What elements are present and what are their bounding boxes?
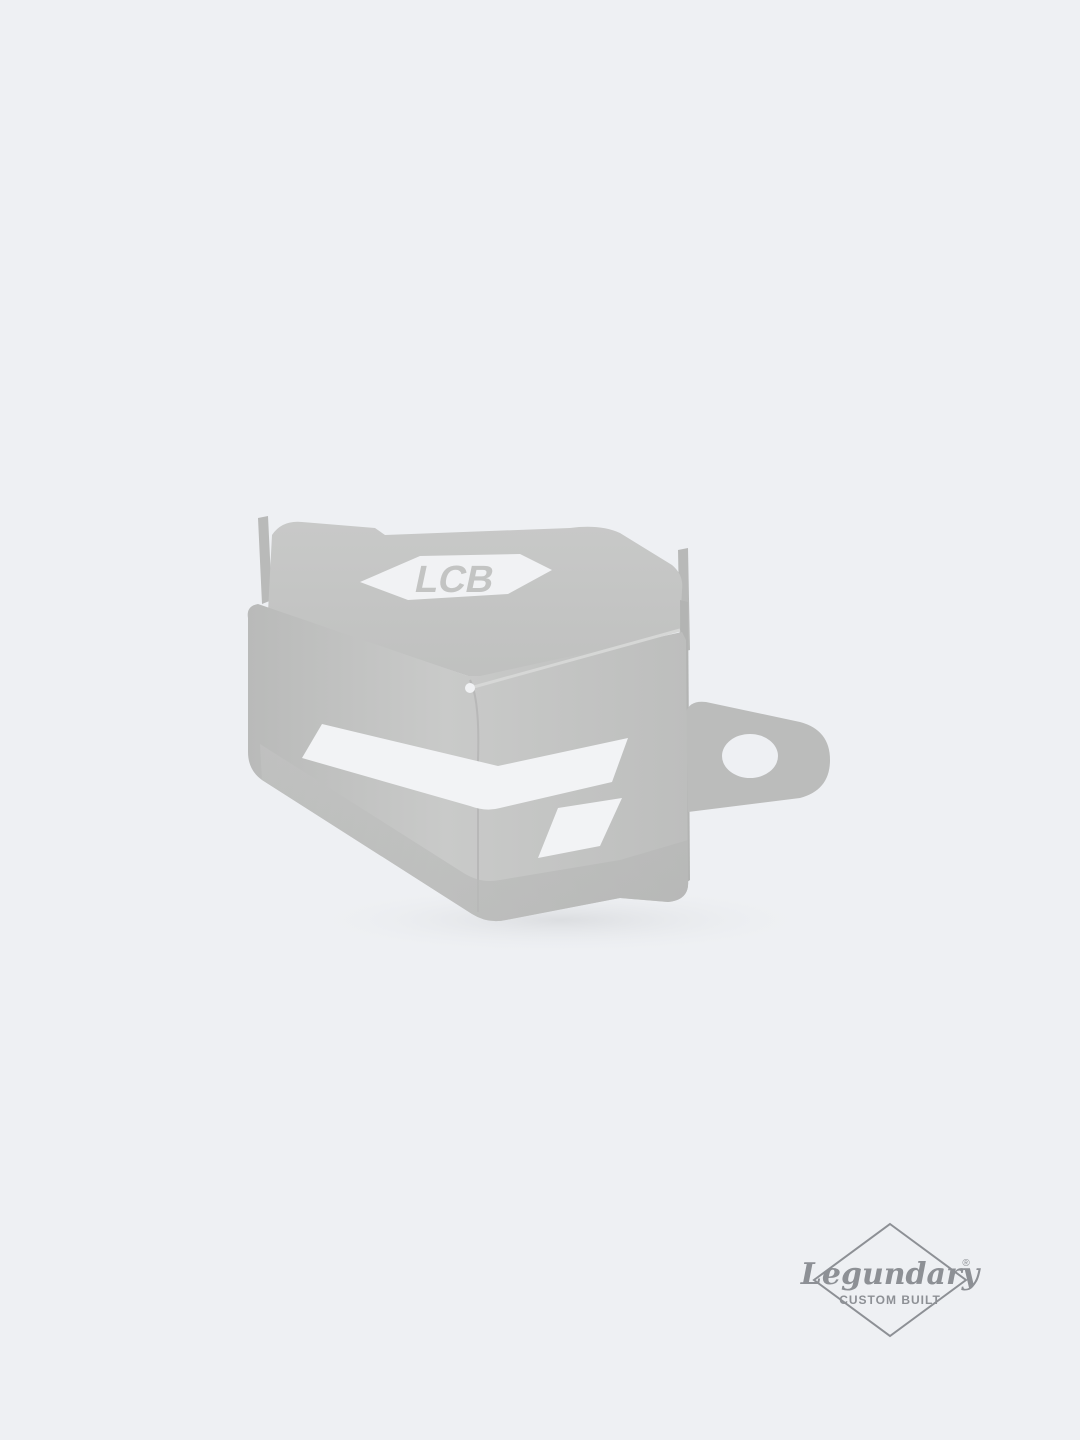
mounting-hole bbox=[722, 734, 778, 778]
product-photo: LCB Legundary ® CUSTOM BUILT bbox=[0, 0, 1080, 1440]
watermark-registered: ® bbox=[962, 1258, 970, 1269]
bend-relief-hole bbox=[465, 683, 475, 693]
watermark-tagline: CUSTOM BUILT bbox=[839, 1293, 941, 1307]
logo-engraving: LCB bbox=[411, 558, 498, 601]
watermark-brand: Legundary bbox=[800, 1257, 982, 1292]
brand-watermark: Legundary ® CUSTOM BUILT bbox=[800, 1222, 982, 1338]
